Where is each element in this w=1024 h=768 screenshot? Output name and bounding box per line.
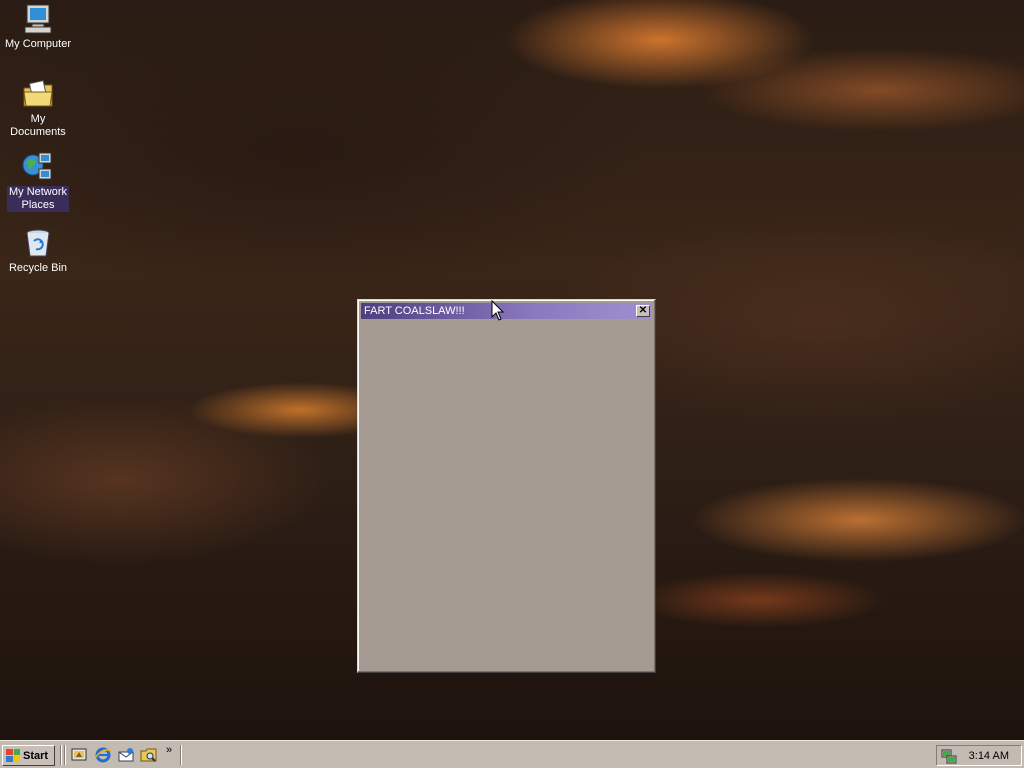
system-tray: 3:14 AM	[936, 745, 1022, 766]
window-title: FART COALSLAW!!!	[364, 305, 465, 317]
window-titlebar[interactable]: FART COALSLAW!!! ✕	[361, 303, 652, 319]
desktop-icon-label: My Computer	[4, 38, 72, 50]
my-computer-icon	[22, 3, 54, 35]
windows-logo-icon	[6, 749, 20, 762]
taskbar: Start » 3:14 AM	[0, 740, 1024, 768]
desktop-icon-label: Recycle Bin	[8, 262, 68, 274]
desktop-icon-my-network-places[interactable]: My Network Places	[0, 151, 76, 212]
desktop-icon-label: My Documents	[10, 113, 66, 138]
app-window[interactable]: FART COALSLAW!!! ✕	[357, 299, 656, 673]
clock[interactable]: 3:14 AM	[969, 750, 1009, 762]
mouse-cursor-icon	[491, 299, 505, 325]
quick-launch-chevron-icon[interactable]: »	[166, 744, 172, 756]
recycle-bin-icon	[22, 227, 54, 259]
label-line-1: My Network	[8, 186, 68, 198]
windows-explorer-icon[interactable]	[140, 747, 158, 763]
my-documents-icon	[22, 78, 54, 110]
outlook-express-icon[interactable]	[117, 747, 135, 763]
network-tray-icon[interactable]	[941, 748, 957, 764]
show-desktop-icon[interactable]	[70, 747, 88, 763]
start-label: Start	[23, 749, 49, 762]
taskbar-separator	[60, 745, 62, 765]
close-button[interactable]: ✕	[636, 305, 650, 317]
internet-explorer-icon[interactable]	[94, 747, 112, 763]
network-places-icon	[22, 151, 54, 183]
taskbar-separator	[64, 745, 66, 765]
start-button[interactable]: Start	[2, 745, 55, 766]
desktop-icon-my-documents[interactable]: My Documents	[0, 78, 76, 139]
desktop-icon-label: My Network Places	[6, 186, 70, 212]
desktop-icon-my-computer[interactable]: My Computer	[0, 3, 76, 51]
close-icon: ✕	[638, 305, 648, 316]
label-line-2: Places	[21, 199, 55, 211]
taskbar-separator	[180, 745, 182, 765]
desktop-icon-recycle-bin[interactable]: Recycle Bin	[0, 227, 76, 275]
